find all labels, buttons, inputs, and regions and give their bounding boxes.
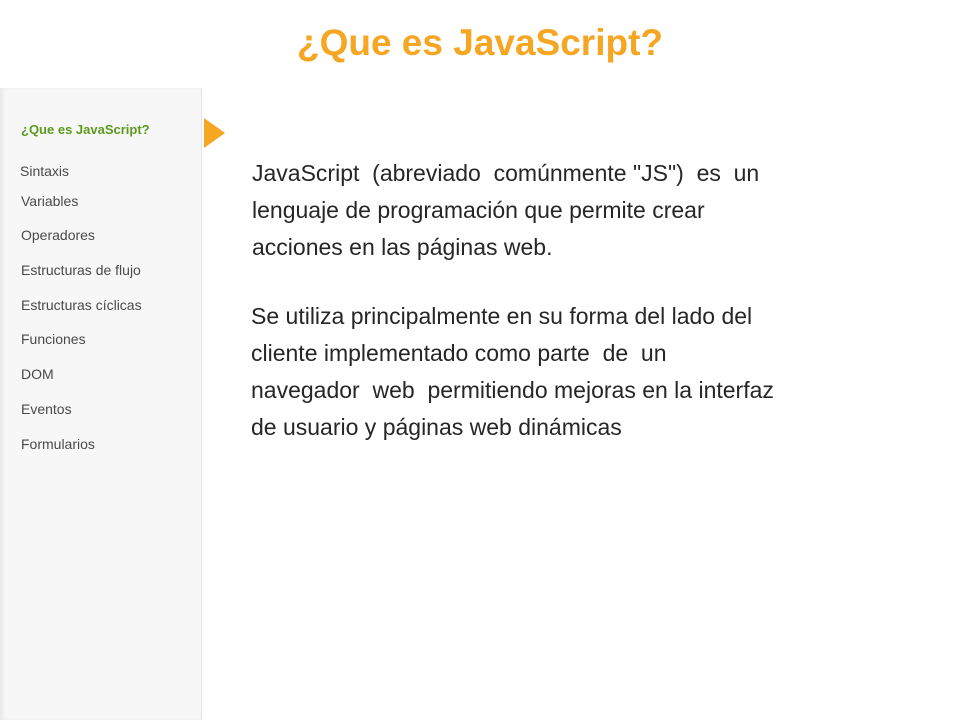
sidebar-item-funciones[interactable]: Funciones	[21, 330, 86, 348]
paragraph-2: Se utiliza principalmente en su forma de…	[251, 298, 774, 446]
sidebar-item-dom[interactable]: DOM	[21, 365, 54, 383]
paragraph-2-line: navegador web permitiendo mejoras en la …	[251, 377, 774, 403]
sidebar-item-eventos[interactable]: Eventos	[21, 400, 72, 418]
paragraph-2-line: Se utiliza principalmente en su forma de…	[251, 303, 753, 329]
sidebar-item-variables[interactable]: Variables	[21, 192, 78, 210]
paragraph-1: JavaScript (abreviado comúnmente "JS") e…	[252, 155, 759, 266]
paragraph-1-line: lenguaje de programación que permite cre…	[252, 197, 705, 223]
sidebar-item-que-es-javascript[interactable]: ¿Que es JavaScript?	[21, 121, 150, 139]
sidebar-item-estructuras-ciclicas[interactable]: Estructuras cíclicas	[21, 296, 142, 314]
sidebar-nav: ¿Que es JavaScript? Sintaxis Variables O…	[0, 88, 202, 720]
paragraph-2-line: de usuario y páginas web dinámicas	[251, 414, 622, 440]
paragraph-1-line: JavaScript (abreviado comúnmente "JS") e…	[252, 160, 760, 186]
paragraph-2-line: cliente implementado como parte de un	[251, 340, 667, 366]
paragraph-1-line: acciones en las páginas web.	[252, 234, 553, 260]
sidebar-item-formularios[interactable]: Formularios	[21, 435, 95, 453]
sidebar-item-operadores[interactable]: Operadores	[21, 226, 95, 244]
triangle-right-icon	[204, 118, 225, 148]
sidebar-item-sintaxis[interactable]: Sintaxis	[20, 162, 69, 180]
sidebar-item-estructuras-de-flujo[interactable]: Estructuras de flujo	[21, 261, 141, 279]
slide-title: ¿Que es JavaScript?	[296, 22, 664, 63]
